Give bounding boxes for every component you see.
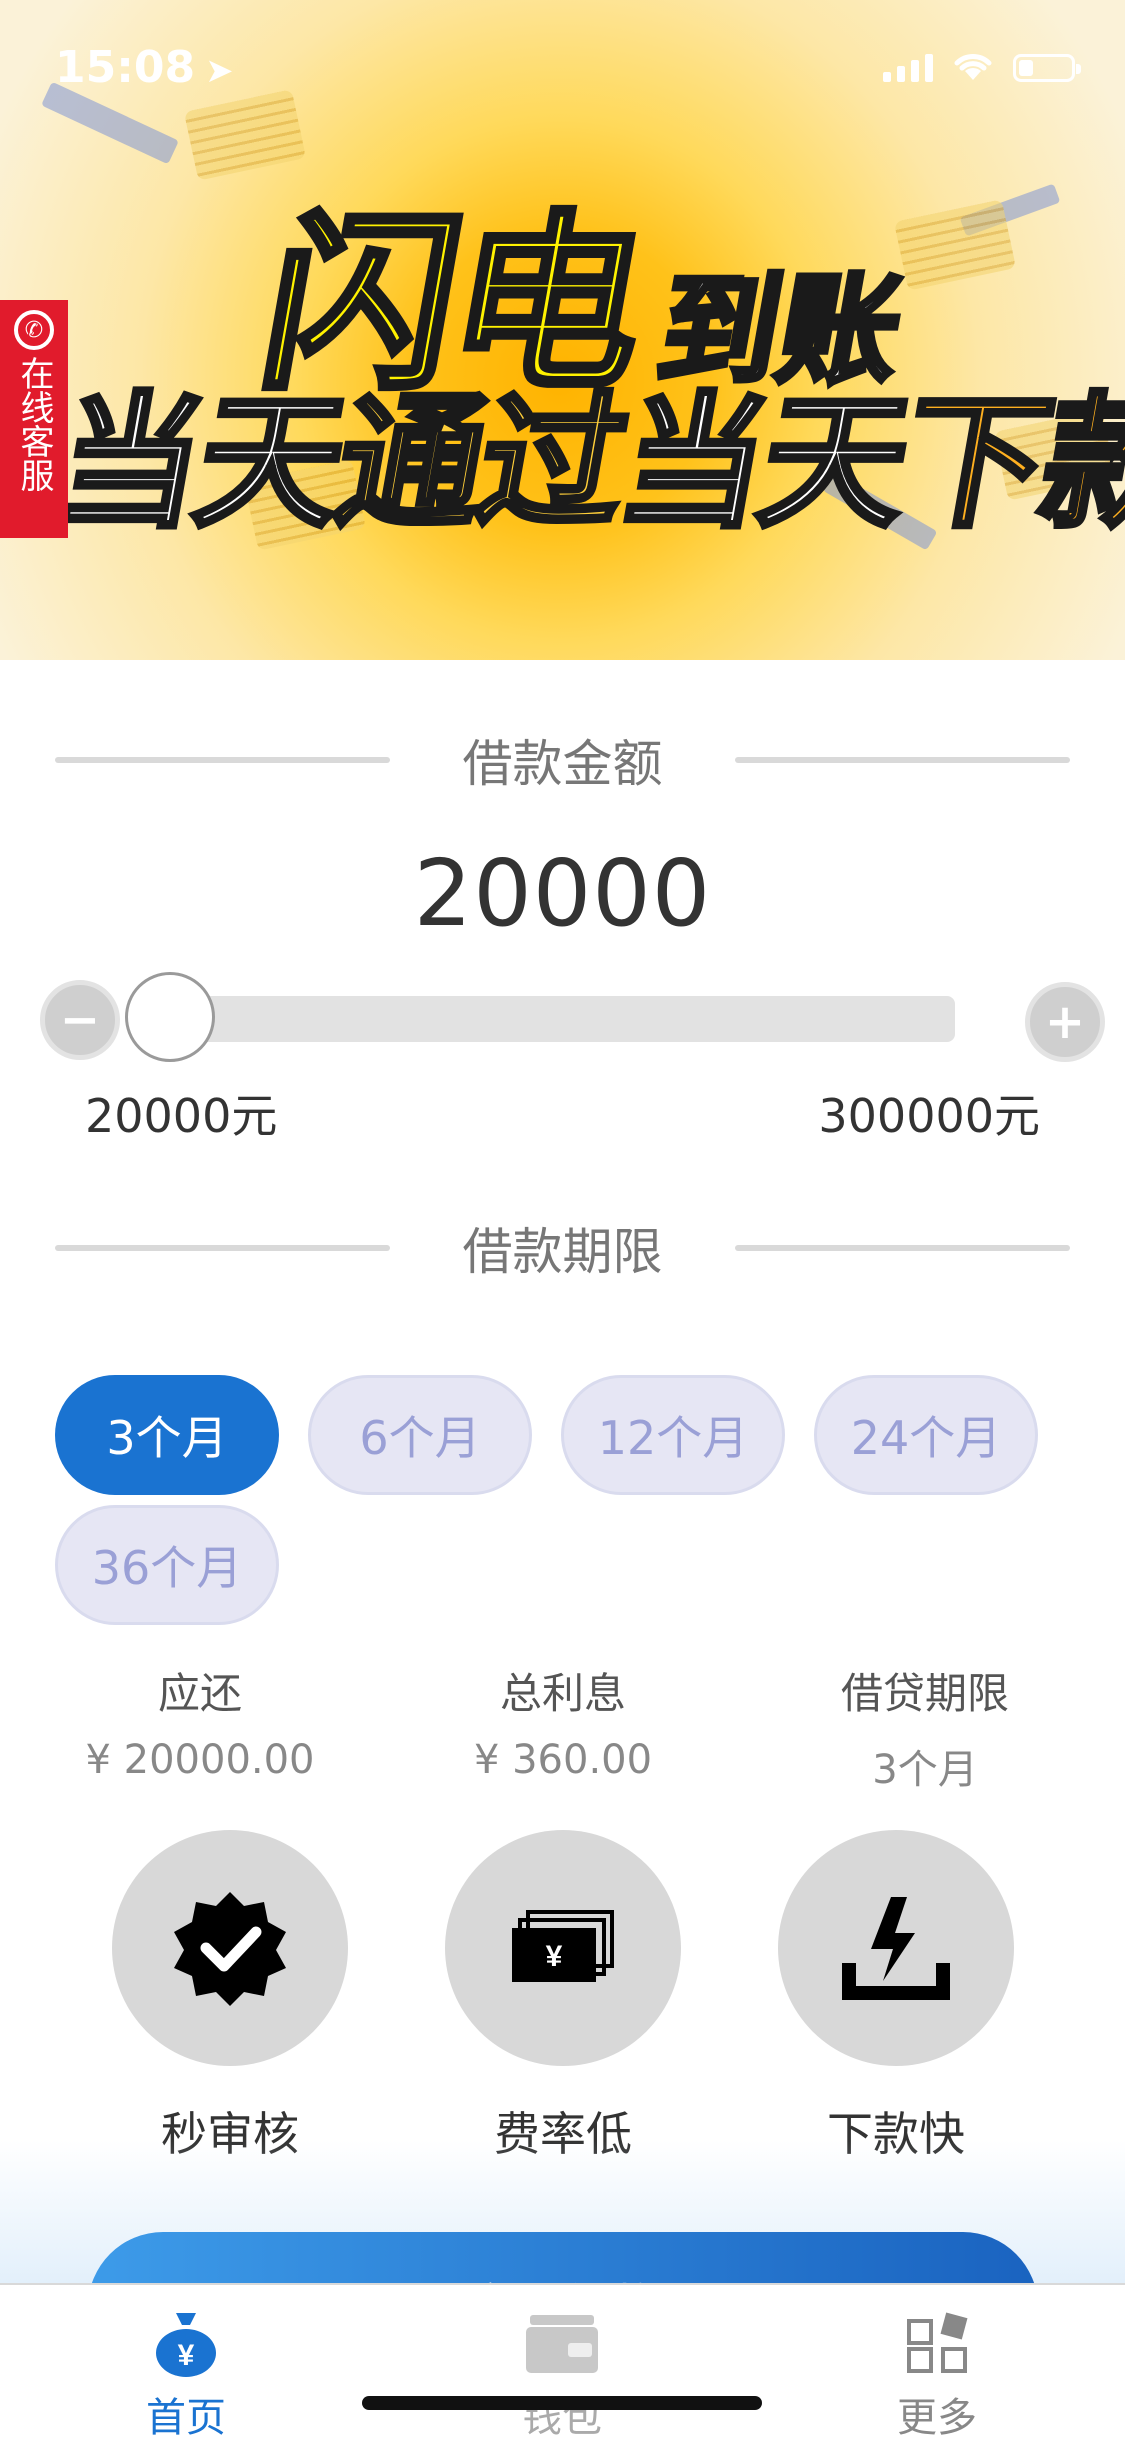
location-arrow-icon: ➤ <box>205 51 234 91</box>
summary-repay: 应还 ¥ 20000.00 <box>85 1669 315 1783</box>
banner-headline-2: 当天通过当天下款 <box>40 377 1125 551</box>
tab-home[interactable]: ¥ 首页 <box>86 2305 286 2443</box>
loan-amount-slider[interactable]: − + <box>40 970 1110 1080</box>
divider <box>735 1245 1070 1251</box>
slider-thumb[interactable] <box>125 972 215 1062</box>
divider <box>55 757 390 763</box>
increase-amount-button[interactable]: + <box>1025 982 1105 1062</box>
svg-text:¥: ¥ <box>178 2339 195 2372</box>
decrease-amount-button[interactable]: − <box>40 980 120 1060</box>
online-service-button[interactable]: ✆ 在线客服 <box>0 300 68 538</box>
cellular-signal-icon <box>883 54 933 82</box>
wifi-icon <box>954 54 992 80</box>
divider <box>735 757 1070 763</box>
term-option-12[interactable]: 12个月 <box>561 1375 785 1495</box>
phone-icon: ✆ <box>14 310 54 350</box>
bottom-tab-bar: ¥ 首页 钱包 更多 <box>0 2283 1125 2441</box>
verified-badge-icon <box>174 1892 286 2006</box>
term-option-24[interactable]: 24个月 <box>814 1375 1038 1495</box>
term-option-3[interactable]: 3个月 <box>55 1375 279 1495</box>
money-bag-icon: ¥ <box>156 2313 216 2377</box>
amount-min-label: 20000元 <box>85 1089 278 1143</box>
feature-low-rate: ¥ 费率低 <box>443 1830 683 2164</box>
loan-summary: 应还 ¥ 20000.00 总利息 ¥ 360.00 借贷期限 3个月 <box>0 1660 1125 1793</box>
battery-icon <box>1013 54 1081 82</box>
loan-amount-value: 20000 <box>413 840 712 947</box>
loan-term-header: 借款期限 <box>0 1218 1125 1281</box>
loan-amount-title: 借款金额 <box>462 735 663 793</box>
feature-fast-payout: 下款快 <box>776 1830 1016 2164</box>
status-time: 15:08 <box>55 42 196 93</box>
tab-wallet[interactable]: 钱包 <box>462 2305 662 2443</box>
summary-period: 借贷期限 3个月 <box>840 1669 1009 1793</box>
home-indicator <box>362 2396 762 2410</box>
feature-list: 秒审核 ¥ 费率低 下款快 <box>0 1830 1125 2161</box>
slider-track[interactable] <box>160 996 955 1042</box>
svg-text:¥: ¥ <box>546 1940 563 1973</box>
grid-more-icon <box>907 2312 968 2373</box>
promo-banner[interactable]: 15:08 ➤ 闪电 到账 当天通过当天下款 ✆ 在线客服 <box>0 0 1125 660</box>
cash-stack-icon: ¥ <box>512 1910 614 1982</box>
lightning-download-icon <box>842 1897 950 2000</box>
wallet-icon <box>526 2315 598 2373</box>
divider <box>55 1245 390 1251</box>
amount-max-label: 300000元 <box>818 1089 1040 1143</box>
loan-term-title: 借款期限 <box>462 1223 663 1281</box>
feature-fast-review: 秒审核 <box>110 1830 350 2164</box>
tab-more[interactable]: 更多 <box>837 2305 1037 2443</box>
summary-interest: 总利息 ¥ 360.00 <box>473 1669 653 1783</box>
term-option-36[interactable]: 36个月 <box>55 1505 279 1625</box>
term-option-6[interactable]: 6个月 <box>308 1375 532 1495</box>
loan-amount-header: 借款金额 <box>0 730 1125 793</box>
status-bar: 15:08 ➤ <box>0 0 1125 130</box>
